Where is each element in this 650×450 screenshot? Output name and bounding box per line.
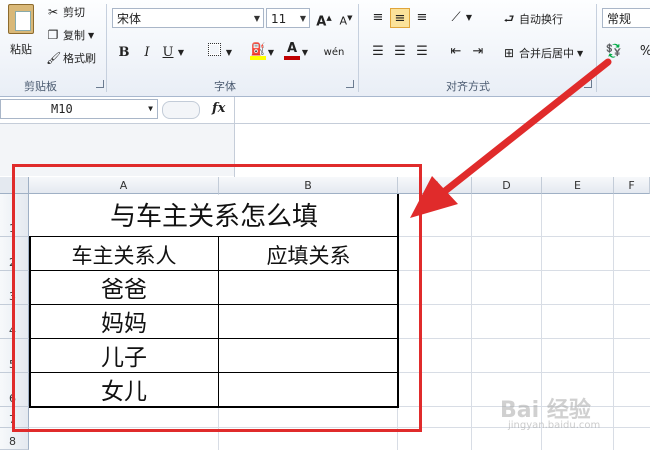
font-dialog-launcher[interactable] [346, 80, 354, 88]
scissors-icon: ✂ [47, 5, 59, 19]
number-format-value: 常规 [607, 12, 632, 26]
merge-center-button[interactable]: ⊞ 合并后居中 ▼ [502, 45, 583, 61]
formula-bar-resize-handle[interactable] [162, 101, 200, 119]
alignment-group-label: 对齐方式 [446, 80, 490, 93]
align-middle-button[interactable]: ≡ [390, 8, 410, 28]
font-color-dropdown[interactable]: ▼ [300, 43, 310, 63]
ribbon: 粘贴 ✂ 剪切 ❐ 复制 ▼ 🖌 格式刷 剪贴板 宋体 ▼ 11 ▼ A▲ A▼… [0, 0, 650, 97]
name-box[interactable]: M10 ▼ [0, 99, 158, 119]
brush-icon: 🖌 [46, 51, 62, 65]
underline-dropdown[interactable]: ▼ [176, 43, 186, 63]
column-header-f[interactable]: F [614, 177, 650, 194]
decrease-indent-button[interactable]: ⇤ [446, 42, 466, 62]
shrink-font-button[interactable]: A▼ [336, 8, 356, 28]
copy-label: 复制 [63, 29, 85, 42]
merge-icon: ⊞ [503, 46, 515, 60]
font-group-label: 字体 [214, 80, 236, 93]
increase-indent-button[interactable]: ⇥ [468, 42, 488, 62]
format-painter-label: 格式刷 [63, 52, 96, 65]
number-format-combo[interactable]: 常规 [602, 8, 650, 28]
orientation-button[interactable]: ⟋ [446, 8, 466, 28]
column-header-d[interactable]: D [472, 177, 542, 194]
align-right-button[interactable]: ☰ [412, 42, 432, 62]
italic-button[interactable]: I [137, 43, 157, 63]
border-icon [207, 43, 221, 56]
accounting-format-button[interactable]: 💱 [604, 42, 624, 62]
font-color-button[interactable]: A [282, 42, 302, 62]
cut-button[interactable]: ✂ 剪切 [46, 4, 85, 20]
baidu-watermark-url: jingyan.baidu.com [508, 420, 601, 431]
formula-bar: M10 ▼ fx [0, 97, 650, 124]
paste-icon [8, 4, 34, 34]
fill-color-button[interactable]: ⛽ [248, 42, 268, 62]
border-button[interactable] [204, 43, 224, 63]
chevron-down-icon: ▼ [148, 104, 153, 113]
orientation-dropdown[interactable]: ▼ [464, 8, 474, 28]
chevron-down-icon: ▼ [299, 14, 306, 23]
bold-button[interactable]: B [114, 43, 134, 63]
annotation-highlight-box [12, 164, 422, 432]
name-box-value: M10 [51, 102, 73, 116]
alignment-dialog-launcher[interactable] [584, 80, 592, 88]
underline-button[interactable]: U [158, 43, 178, 63]
format-painter-button[interactable]: 🖌 格式刷 [46, 50, 96, 66]
clipboard-dialog-launcher[interactable] [96, 80, 104, 88]
merge-center-label: 合并后居中 [519, 47, 574, 60]
wrap-text-icon: ⮐ [503, 12, 515, 26]
cut-label: 剪切 [63, 6, 85, 19]
grow-font-button[interactable]: A▲ [314, 8, 334, 29]
align-center-button[interactable]: ☰ [390, 42, 410, 62]
phonetic-label: wén [323, 47, 345, 58]
align-bottom-button[interactable]: ≡ [412, 8, 432, 28]
percent-button[interactable]: % [636, 42, 650, 62]
fill-color-dropdown[interactable]: ▼ [266, 43, 276, 63]
insert-function-icon[interactable]: fx [212, 101, 225, 116]
copy-button[interactable]: ❐ 复制 ▼ [46, 27, 95, 43]
clipboard-group-label: 剪贴板 [24, 80, 57, 93]
phonetic-button[interactable]: wén [322, 43, 346, 63]
copy-icon: ❐ [47, 28, 59, 42]
align-left-button[interactable]: ☰ [368, 42, 388, 62]
wrap-text-label: 自动换行 [519, 13, 563, 26]
border-dropdown[interactable]: ▼ [224, 43, 234, 63]
formula-input[interactable] [236, 99, 646, 119]
chevron-down-icon: ▼ [253, 14, 260, 23]
font-name-combo[interactable]: 宋体 ▼ [112, 8, 264, 28]
font-name-value: 宋体 [117, 12, 142, 26]
font-size-value: 11 [271, 12, 287, 26]
paste-button[interactable]: 粘贴 [6, 4, 36, 57]
column-header-e[interactable]: E [542, 177, 614, 194]
paint-bucket-icon: ⛽ [250, 42, 266, 56]
font-size-combo[interactable]: 11 ▼ [266, 8, 310, 28]
font-color-icon: A [286, 41, 298, 56]
paste-label: 粘贴 [10, 43, 32, 56]
align-top-button[interactable]: ≡ [368, 8, 388, 28]
wrap-text-button[interactable]: ⮐ 自动换行 [502, 11, 563, 27]
